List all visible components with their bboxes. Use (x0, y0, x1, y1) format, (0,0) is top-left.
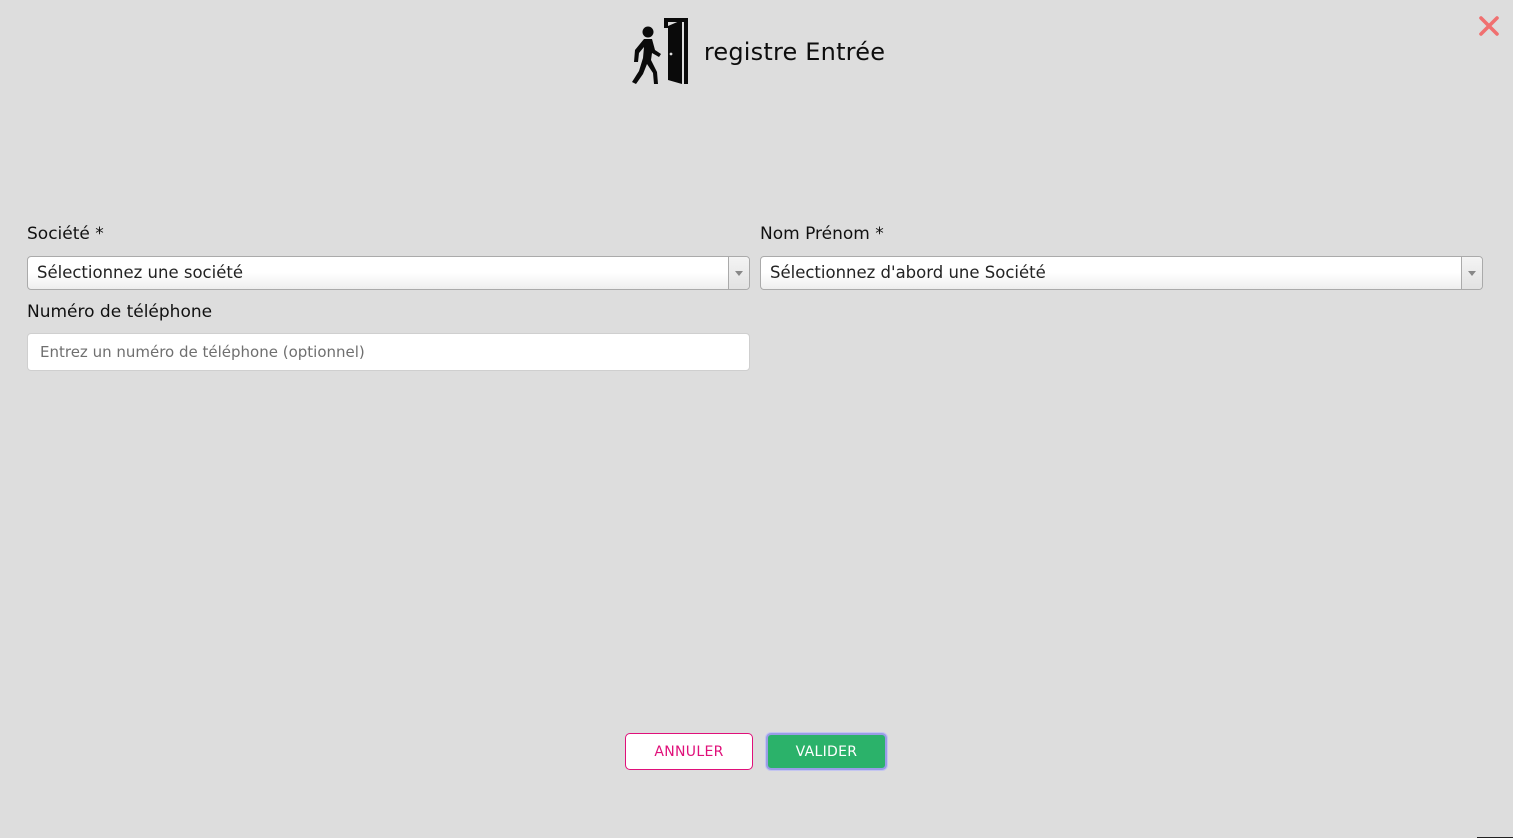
name-select[interactable]: Sélectionnez d'abord une Société (760, 256, 1483, 290)
company-select-toggle[interactable] (728, 257, 749, 289)
name-select-toggle[interactable] (1461, 257, 1482, 289)
name-select-value: Sélectionnez d'abord une Société (770, 263, 1046, 282)
person-entering-door-icon (631, 18, 688, 84)
cancel-button[interactable]: ANNULER (625, 733, 753, 770)
close-button[interactable] (1477, 14, 1501, 38)
phone-label: Numéro de téléphone (27, 302, 213, 322)
chevron-down-icon (1468, 270, 1476, 276)
phone-input[interactable] (27, 333, 750, 371)
name-label: Nom Prénom * (760, 224, 884, 244)
company-select[interactable]: Sélectionnez une société (27, 256, 750, 290)
company-select-value: Sélectionnez une société (37, 263, 243, 282)
close-icon (1479, 16, 1499, 36)
chevron-down-icon (735, 270, 743, 276)
page-title: registre Entrée (703, 38, 886, 66)
company-label: Société * (27, 224, 104, 244)
submit-button[interactable]: VALIDER (766, 733, 887, 770)
page-header: registre Entrée (0, 16, 1513, 86)
